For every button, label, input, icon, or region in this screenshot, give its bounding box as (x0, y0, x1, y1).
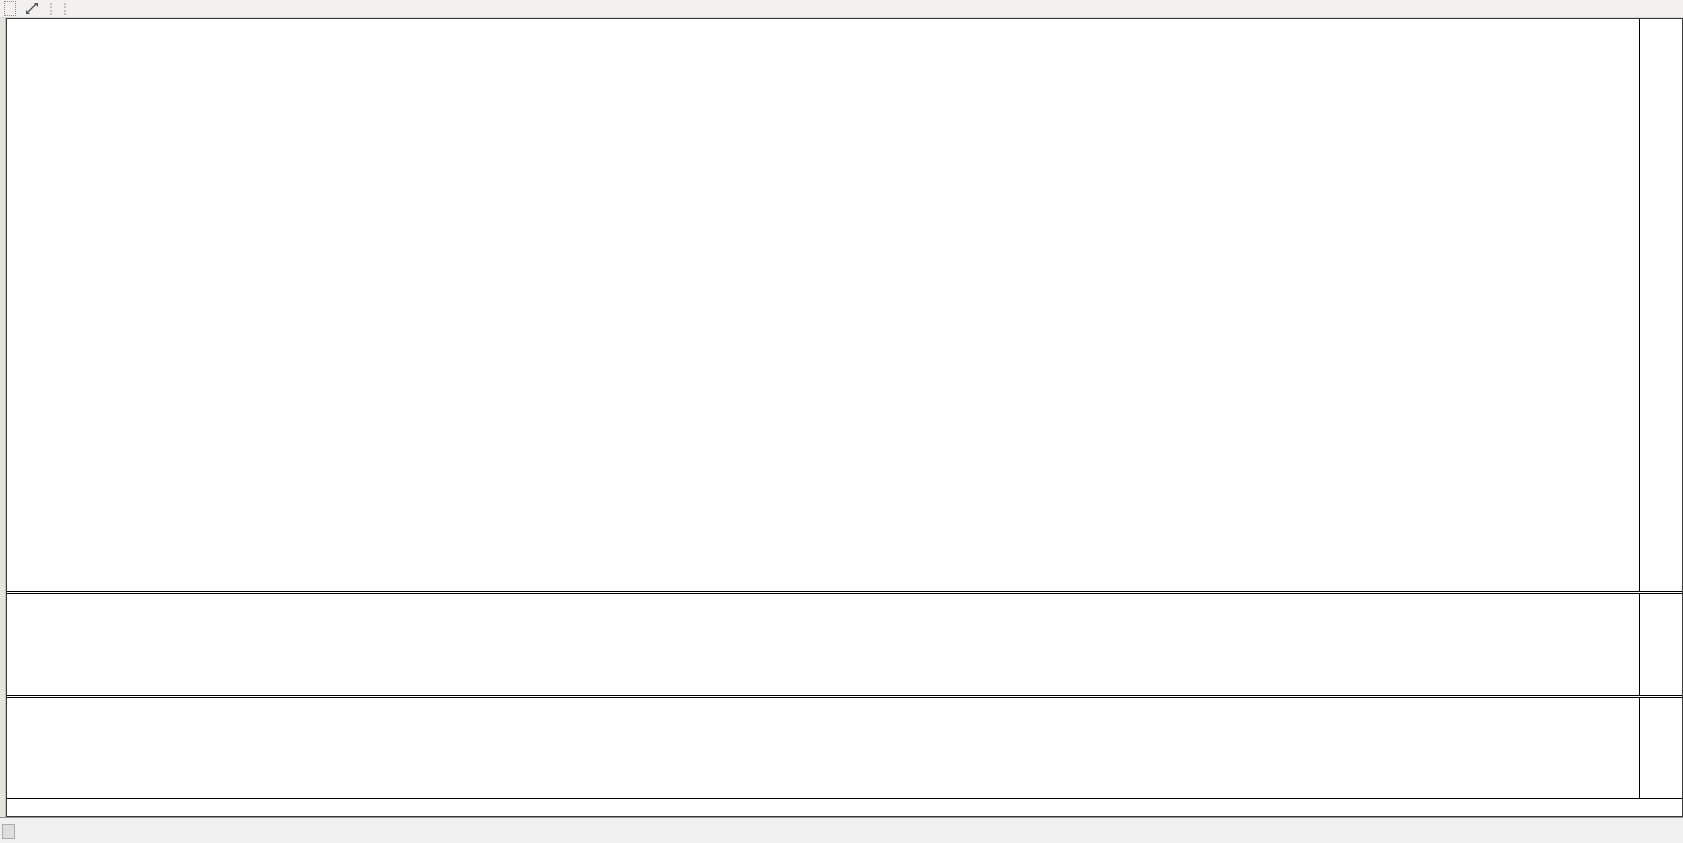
price-axis[interactable] (1639, 19, 1682, 591)
price-chart-panel[interactable] (7, 19, 1682, 591)
top-toolbar (0, 0, 1683, 18)
cursor-mode-button[interactable] (21, 1, 45, 16)
chart-tab-bar (0, 817, 1683, 843)
macd-chart-canvas[interactable] (7, 698, 307, 798)
candlestick-chart-canvas[interactable] (7, 19, 307, 169)
chart-window (6, 18, 1683, 817)
tab-bar-corner-button[interactable] (2, 824, 15, 839)
toolbar-separator (64, 3, 70, 15)
rsi-axis[interactable] (1639, 594, 1682, 695)
toolbar-separator (50, 3, 56, 15)
text-tool-button[interactable] (4, 1, 16, 16)
rsi-indicator-panel[interactable] (7, 594, 1682, 695)
date-axis[interactable] (7, 798, 1682, 816)
application-window (0, 0, 1683, 843)
macd-indicator-panel[interactable] (7, 698, 1682, 798)
rsi-chart-canvas[interactable] (7, 594, 307, 695)
crosshair-icon (25, 2, 39, 15)
macd-axis[interactable] (1639, 698, 1682, 798)
